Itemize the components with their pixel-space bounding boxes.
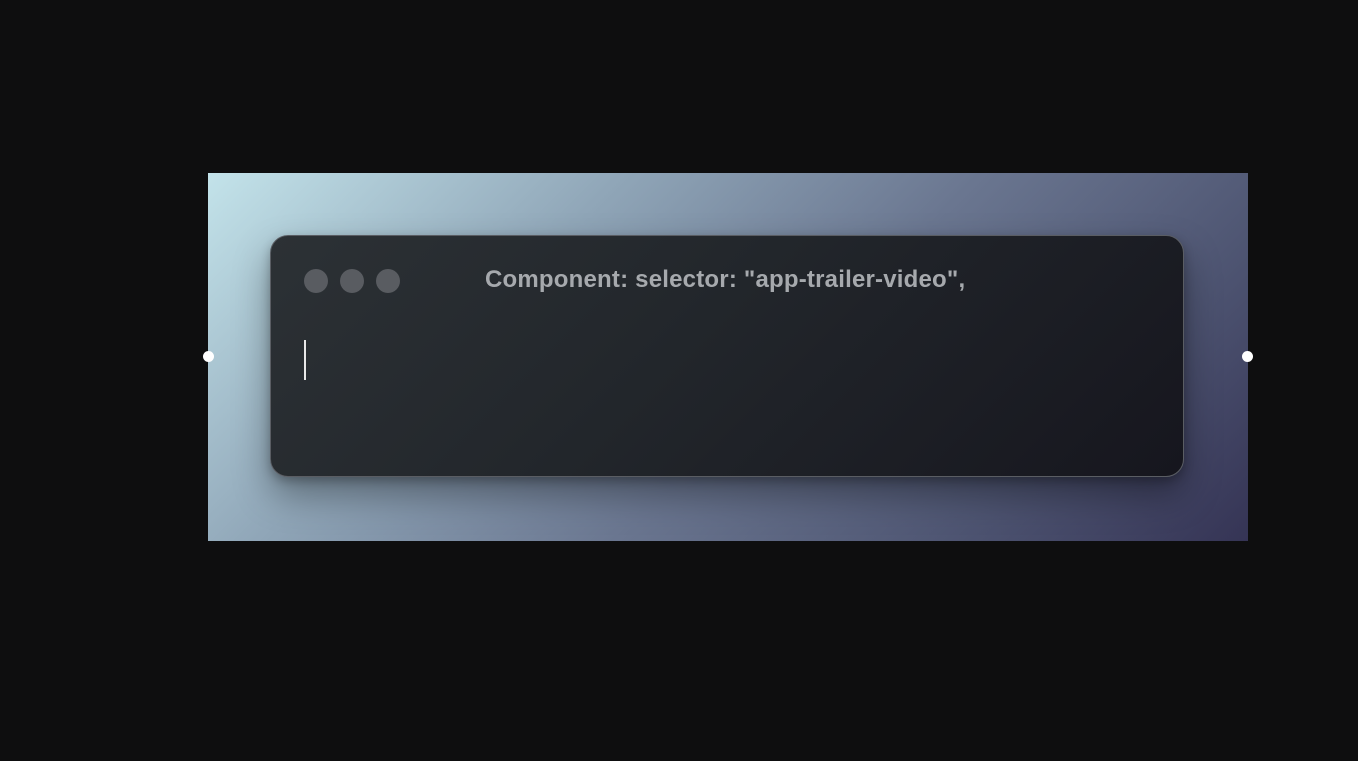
minimize-dot-icon[interactable] (340, 269, 364, 293)
window-controls (304, 269, 400, 293)
maximize-dot-icon[interactable] (376, 269, 400, 293)
canvas-frame: Component: selector: "app-trailer-video"… (203, 173, 1253, 541)
resize-handle-right[interactable] (1242, 351, 1253, 362)
window-title[interactable]: Component: selector: "app-trailer-video"… (485, 266, 965, 294)
resize-handle-left[interactable] (203, 351, 214, 362)
code-editor[interactable] (304, 336, 1150, 446)
close-dot-icon[interactable] (304, 269, 328, 293)
code-window: Component: selector: "app-trailer-video"… (270, 235, 1184, 477)
